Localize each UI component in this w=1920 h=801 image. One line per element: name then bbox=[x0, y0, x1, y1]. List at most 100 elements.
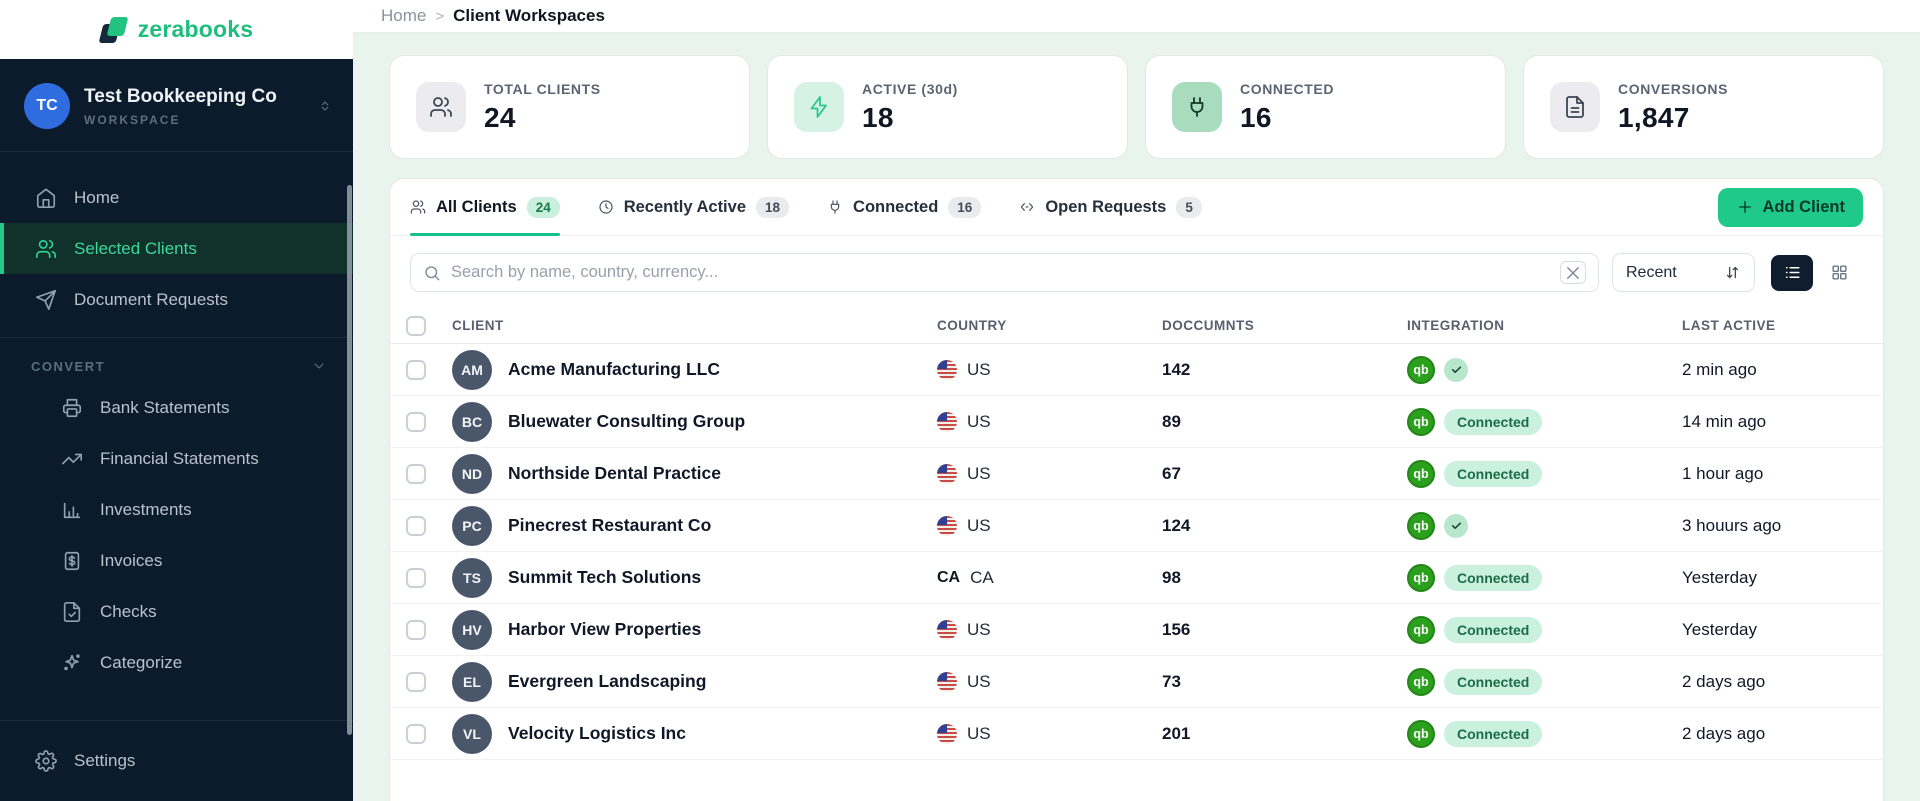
select-all-checkbox[interactable] bbox=[406, 315, 426, 336]
sidebar-item-checks[interactable]: Checks bbox=[0, 586, 353, 637]
clear-search-button[interactable] bbox=[1560, 261, 1586, 284]
country-cell: US bbox=[937, 723, 1162, 744]
list-view-button[interactable] bbox=[1771, 254, 1813, 291]
search-icon bbox=[423, 264, 441, 282]
row-checkbox[interactable] bbox=[406, 567, 426, 588]
sidebar-item-invoices[interactable]: Invoices bbox=[0, 535, 353, 586]
grid-view-button[interactable] bbox=[1818, 254, 1860, 291]
last-active: 3 houurs ago bbox=[1682, 515, 1782, 535]
breadcrumb-home[interactable]: Home bbox=[381, 6, 426, 26]
sidebar-scrollbar[interactable] bbox=[347, 185, 352, 735]
table-row[interactable]: TS Summit Tech Solutions CA CA 98 qb Conne… bbox=[390, 552, 1883, 604]
table-row[interactable]: PC Pinecrest Restaurant Co US 124 qb 3 h… bbox=[390, 500, 1883, 552]
country-cell: US bbox=[937, 671, 1162, 692]
tab-all-clients[interactable]: All Clients 24 bbox=[410, 179, 560, 236]
table-row[interactable]: HV Harbor View Properties US 156 qb Conne… bbox=[390, 604, 1883, 656]
users-icon bbox=[410, 199, 426, 215]
sidebar-item-label: Home bbox=[74, 187, 120, 207]
client-name: Evergreen Landscaping bbox=[508, 671, 707, 691]
quickbooks-icon: qb bbox=[1407, 667, 1435, 696]
us-flag-icon bbox=[937, 671, 957, 692]
table-toolbar: Recent bbox=[390, 236, 1883, 308]
documents-count: 124 bbox=[1162, 515, 1191, 535]
sidebar-item-label: Invoices bbox=[100, 550, 163, 570]
integration-cell: qb Connected bbox=[1407, 667, 1682, 696]
tab-label: All Clients bbox=[436, 197, 517, 216]
add-client-button[interactable]: Add Client bbox=[1717, 187, 1863, 227]
connected-pill: Connected bbox=[1444, 668, 1543, 695]
client-cell: BC Bluewater Consulting Group bbox=[452, 401, 937, 442]
country-code: US bbox=[967, 723, 991, 743]
tab-label: Connected bbox=[853, 197, 939, 216]
last-active: 2 min ago bbox=[1682, 359, 1757, 379]
connected-pill: Connected bbox=[1444, 460, 1543, 487]
plug-icon bbox=[1172, 82, 1222, 132]
workspace-switcher[interactable]: TC Test Bookkeeping Co WORKSPACE bbox=[0, 59, 353, 152]
tab-count-badge: 24 bbox=[526, 196, 560, 218]
stat-value: 18 bbox=[862, 101, 894, 133]
sidebar-item-selected-clients[interactable]: Selected Clients bbox=[0, 223, 353, 274]
client-name: Acme Manufacturing LLC bbox=[508, 359, 720, 379]
sidebar-item-financial-statements[interactable]: Financial Statements bbox=[0, 433, 353, 484]
sidebar-convert-nav: Bank Statements Financial Statements Inv… bbox=[0, 382, 353, 688]
sort-dropdown[interactable]: Recent bbox=[1612, 253, 1755, 292]
sidebar-item-document-requests[interactable]: Document Requests bbox=[0, 274, 353, 325]
client-name: Northside Dental Practice bbox=[508, 463, 721, 483]
row-checkbox[interactable] bbox=[406, 463, 426, 484]
documents-count: 142 bbox=[1162, 359, 1191, 379]
table-row[interactable]: EL Evergreen Landscaping US 73 qb Connect… bbox=[390, 656, 1883, 708]
table-row[interactable]: VL Velocity Logistics Inc US 201 qb Conne… bbox=[390, 708, 1883, 760]
sidebar-item-label: Investments bbox=[100, 499, 192, 519]
documents-count: 98 bbox=[1162, 567, 1181, 587]
page-content: TOTAL CLIENTS 24 ACTIVE (30d) 18 CONNECT… bbox=[353, 33, 1920, 801]
search-input[interactable] bbox=[451, 263, 1550, 282]
workspace-label: WORKSPACE bbox=[84, 112, 181, 127]
brand-name: zerabooks bbox=[137, 16, 254, 42]
clients-panel: All Clients 24 Recently Active 18 Connec… bbox=[389, 178, 1884, 801]
add-client-label: Add Client bbox=[1762, 197, 1846, 216]
tab-open-requests[interactable]: Open Requests 5 bbox=[1019, 179, 1202, 235]
table-row[interactable]: AM Acme Manufacturing LLC US 142 qb 2 mi… bbox=[390, 344, 1883, 396]
list-icon bbox=[1783, 263, 1802, 282]
breadcrumb-current: Client Workspaces bbox=[453, 6, 605, 25]
connected-check-badge bbox=[1444, 513, 1468, 538]
last-active: 1 hour ago bbox=[1682, 463, 1764, 483]
sidebar-item-label: Financial Statements bbox=[100, 448, 259, 468]
us-flag-icon bbox=[937, 723, 957, 744]
tabs-row: All Clients 24 Recently Active 18 Connec… bbox=[390, 179, 1883, 236]
tab-connected[interactable]: Connected 16 bbox=[827, 179, 982, 235]
row-checkbox[interactable] bbox=[406, 671, 426, 692]
main-content: Home > Client Workspaces TOTAL CLIENTS 2… bbox=[353, 0, 1920, 801]
country-code: US bbox=[967, 411, 991, 431]
row-checkbox[interactable] bbox=[406, 515, 426, 536]
tab-recently-active[interactable]: Recently Active 18 bbox=[598, 179, 790, 235]
brand-logo[interactable]: zerabooks bbox=[0, 0, 353, 59]
row-checkbox[interactable] bbox=[406, 619, 426, 640]
sort-icon bbox=[1724, 264, 1741, 281]
client-name: Bluewater Consulting Group bbox=[508, 411, 746, 431]
last-active: 14 min ago bbox=[1682, 411, 1767, 431]
sidebar-item-investments[interactable]: Investments bbox=[0, 484, 353, 535]
row-checkbox[interactable] bbox=[406, 411, 426, 432]
bar-chart-icon bbox=[61, 499, 83, 521]
sidebar-item-home[interactable]: Home bbox=[0, 172, 353, 223]
search-box[interactable] bbox=[410, 253, 1599, 292]
grid-icon bbox=[1830, 263, 1849, 282]
table-row[interactable]: ND Northside Dental Practice US 67 qb Con… bbox=[390, 448, 1883, 500]
bank-statements-icon bbox=[61, 397, 83, 419]
country-code: US bbox=[967, 671, 991, 691]
table-row[interactable]: BC Bluewater Consulting Group US 89 qb Co… bbox=[390, 396, 1883, 448]
convert-section-toggle[interactable]: CONVERT bbox=[0, 350, 353, 382]
sparkles-icon bbox=[61, 652, 83, 674]
sidebar-item-bank-statements[interactable]: Bank Statements bbox=[0, 382, 353, 433]
sidebar-item-settings[interactable]: Settings bbox=[0, 733, 353, 789]
client-cell: EL Evergreen Landscaping bbox=[452, 661, 937, 702]
connected-pill: Connected bbox=[1444, 720, 1543, 747]
stat-card-active-30d: ACTIVE (30d) 18 bbox=[767, 55, 1128, 159]
sidebar-item-categorize[interactable]: Categorize bbox=[0, 637, 353, 688]
row-checkbox[interactable] bbox=[406, 359, 426, 380]
breadcrumb: Home > Client Workspaces bbox=[353, 0, 1920, 33]
row-checkbox[interactable] bbox=[406, 723, 426, 744]
client-name: Summit Tech Solutions bbox=[508, 567, 702, 587]
quickbooks-icon: qb bbox=[1407, 719, 1435, 748]
